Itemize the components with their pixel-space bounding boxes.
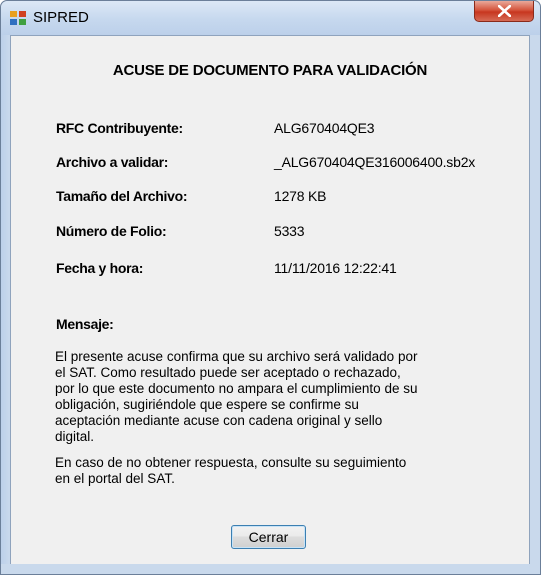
message-label: Mensaje: — [56, 316, 114, 332]
sipred-app-icon — [10, 11, 26, 25]
dialog-window: SIPRED ACUSE DE DOCUMENTO PARA VALIDACIÓ… — [0, 0, 541, 575]
folio-value: 5333 — [274, 223, 305, 239]
rfc-label: RFC Contribuyente: — [56, 120, 183, 136]
window-frame-left — [1, 35, 10, 566]
close-button[interactable]: Cerrar — [231, 525, 306, 549]
rfc-value: ALG670404QE3 — [274, 120, 375, 136]
message-paragraph-1: El presente acuse confirma que su archiv… — [55, 349, 418, 444]
close-x-icon — [498, 5, 511, 17]
file-value: _ALG670404QE316006400.sb2x — [274, 154, 476, 170]
file-label: Archivo a validar: — [56, 154, 169, 170]
dialog-body: ACUSE DE DOCUMENTO PARA VALIDACIÓN RFC C… — [10, 35, 530, 566]
window-title: SIPRED — [33, 9, 89, 26]
message-paragraph-2: En caso de no obtener respuesta, consult… — [55, 455, 407, 486]
title-bar[interactable]: SIPRED — [1, 1, 540, 35]
dialog-heading: ACUSE DE DOCUMENTO PARA VALIDACIÓN — [112, 62, 428, 79]
datetime-label: Fecha y hora: — [56, 260, 144, 276]
file-size-label: Tamaño del Archivo: — [56, 188, 188, 204]
window-frame-bottom — [1, 564, 540, 574]
datetime-value: 11/11/2016 12:22:41 — [274, 260, 397, 276]
folio-label: Número de Folio: — [56, 223, 167, 239]
file-size-value: 1278 KB — [274, 188, 327, 204]
window-close-button[interactable] — [474, 1, 534, 22]
